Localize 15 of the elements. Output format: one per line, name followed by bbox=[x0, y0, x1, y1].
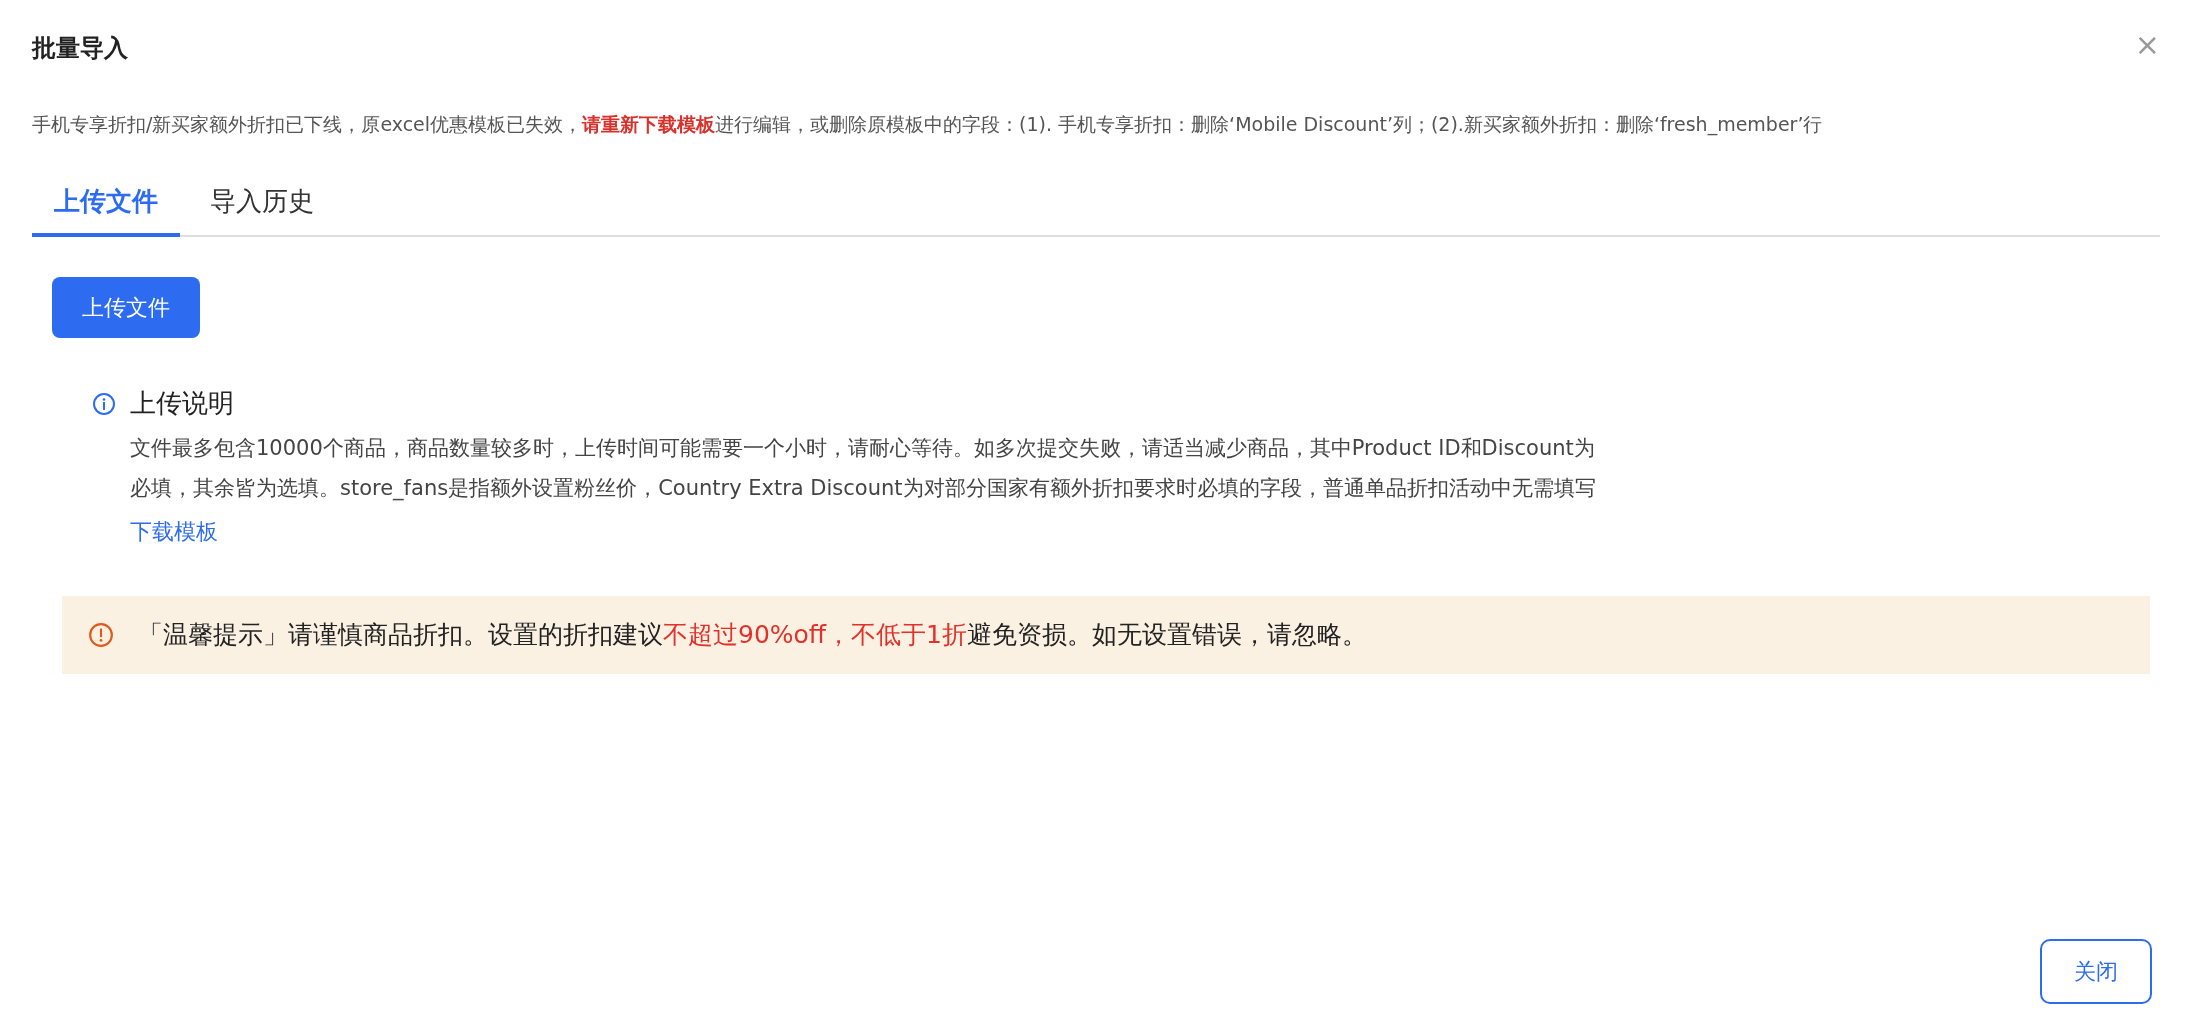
notice-text: 手机专享折扣/新买家额外折扣已下线，原excel优惠模板已失效，请重新下载模板进行编辑，或删除原模板中的字段：(1). 手机专享折扣：删除‘Mobile Discount’列；(2).新买家额外折扣：删除‘fresh_member’行 bbox=[32, 112, 1824, 138]
warning-text: 「温馨提示」请谨慎商品折扣。设置的折扣建议不超过90%off，不低于1折避免资损。如无设置错误，请忽略。 bbox=[138, 619, 1367, 651]
warning-icon bbox=[88, 621, 114, 648]
instructions-text: 必填，其余皆为选填。store_fans是指额外设置粉丝价，Country Extra Discount为对部分国家有额外折扣要求时必填的字段，普通单品折扣活动中无需填写 bbox=[130, 475, 1596, 503]
instructions-text: 文件最多包含10000个商品，商品数量较多时，上传时间可能需要一个小时，请耐心等待。如多次提交失败，请适当减少商品，其中Product ID和Discount为 bbox=[130, 435, 1596, 462]
instructions-title: 上传说明 bbox=[130, 387, 235, 420]
download-template-link[interactable]: 请重新下载模板 bbox=[582, 113, 716, 135]
tab[interactable]: 导入历史 bbox=[188, 174, 336, 237]
upload-file-button[interactable]: 上传文件 bbox=[52, 277, 200, 338]
dialog-title: 批量导入 bbox=[32, 33, 128, 64]
close-button[interactable]: × bbox=[2134, 30, 2160, 60]
info-icon bbox=[92, 392, 116, 416]
close-button[interactable]: 关闭 bbox=[2040, 939, 2152, 1004]
tab[interactable]: 上传文件 bbox=[32, 174, 180, 237]
download-template-link[interactable]: 下载模板 bbox=[130, 519, 218, 544]
